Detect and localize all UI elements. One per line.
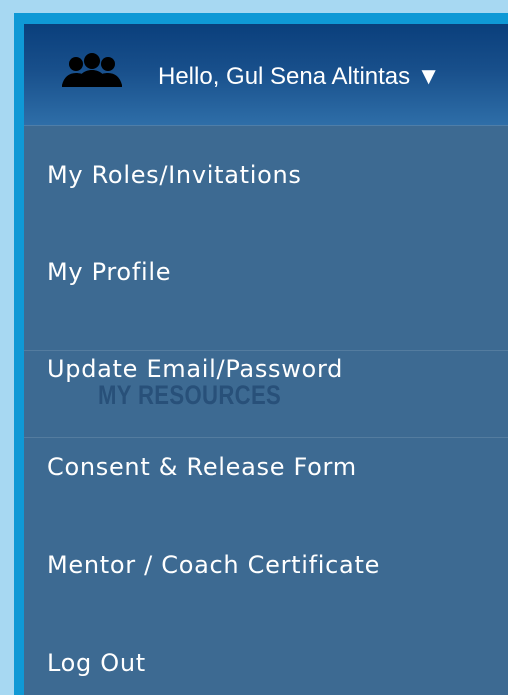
user-group-icon — [62, 53, 122, 87]
menu-item-consent-release-form[interactable]: Consent & Release Form — [24, 418, 508, 516]
menu-item-update-email-password[interactable]: Update Email/Password — [24, 320, 508, 418]
user-dropdown-header[interactable]: Hello, Gul Sena Altintas ▼ — [24, 24, 508, 126]
menu-item-log-out[interactable]: Log Out — [24, 614, 508, 695]
menu-item-roles-invitations[interactable]: My Roles/Invitations — [24, 126, 508, 223]
user-dropdown-menu: Hello, Gul Sena Altintas ▼ MY RESOURCES … — [24, 24, 508, 695]
user-menu-list: My Roles/Invitations My Profile Update E… — [24, 126, 508, 695]
menu-item-profile[interactable]: My Profile — [24, 223, 508, 320]
menu-item-mentor-coach-certificate[interactable]: Mentor / Coach Certificate — [24, 516, 508, 614]
user-greeting[interactable]: Hello, Gul Sena Altintas ▼ — [158, 63, 441, 91]
